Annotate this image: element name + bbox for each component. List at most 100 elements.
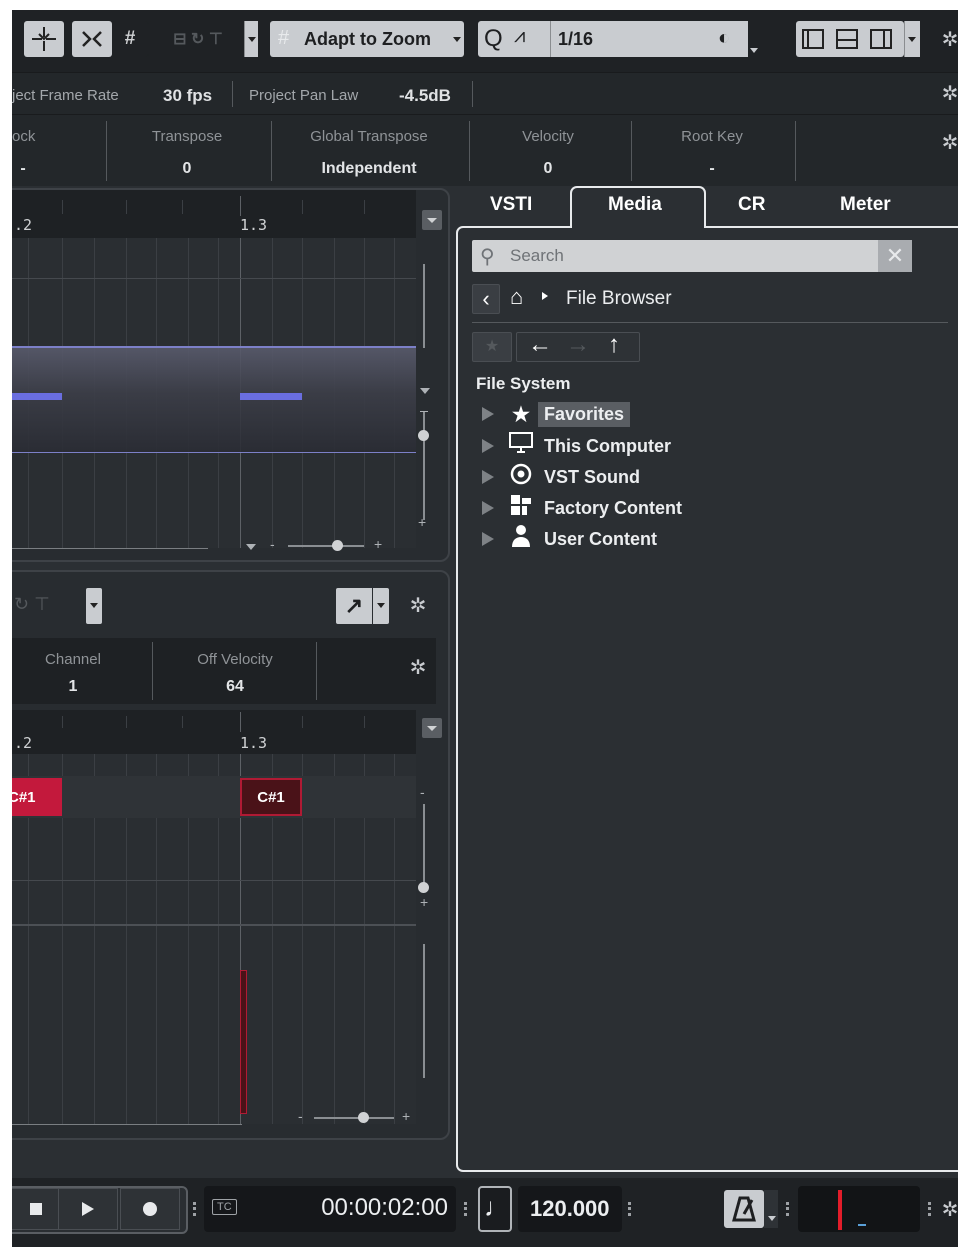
transport-settings-gear-icon[interactable]: ✲ — [940, 1200, 958, 1220]
expand-triangle-icon[interactable] — [482, 470, 494, 484]
tree-item-this-computer[interactable]: This Computer — [482, 432, 671, 460]
transpose-value[interactable]: 0 — [132, 160, 242, 178]
midi-note-selected[interactable]: C#1 — [240, 778, 302, 816]
adapt-to-zoom-label: Adapt to Zoom — [304, 29, 431, 49]
tempo-display[interactable]: 120.000 — [518, 1186, 622, 1232]
play-button[interactable] — [58, 1188, 118, 1230]
lane-divider[interactable] — [12, 924, 416, 926]
record-button[interactable] — [120, 1188, 180, 1230]
tree-item-vst-sound[interactable]: VST Sound — [482, 463, 640, 491]
info-line-gear-icon[interactable]: ✲ — [940, 84, 958, 104]
level-meter-bar — [838, 1190, 842, 1230]
iterative-quantize-icon[interactable]: ⩘ — [514, 25, 525, 48]
project-info-line: ject Frame Rate 30 fps Project Pan Law -… — [12, 72, 958, 114]
search-icon: ⚲ — [480, 246, 495, 268]
quantize-q[interactable]: Q — [484, 25, 503, 53]
lock-value[interactable]: - — [18, 160, 28, 178]
time-value[interactable]: 00:00:02:00 — [321, 1194, 448, 1222]
clear-search-icon[interactable]: ✕ — [878, 240, 912, 272]
tab-meter[interactable]: Meter — [840, 194, 891, 216]
tab-media[interactable]: Media — [608, 194, 662, 216]
bottom-vzoom-track[interactable] — [423, 804, 425, 884]
tree-item-label: User Content — [544, 528, 658, 549]
velocity-bar[interactable] — [240, 393, 302, 400]
hzoom-handle[interactable] — [358, 1112, 369, 1123]
key-editor-grid[interactable]: C#1 C#1 — [12, 754, 416, 1125]
hzoom-track[interactable] — [288, 545, 364, 547]
user-icon — [508, 524, 534, 554]
time-display[interactable]: TC 00:00:02:00 — [204, 1186, 456, 1232]
bottom-editor-collapse-button[interactable] — [422, 718, 442, 738]
midi-info-gear-icon[interactable]: ✲ — [940, 133, 958, 153]
toolbar-settings-gear-icon[interactable]: ✲ — [940, 30, 958, 50]
tab-cr[interactable]: CR — [738, 194, 765, 216]
snap-to-zero-icon[interactable] — [72, 21, 112, 57]
expand-triangle-icon[interactable] — [482, 532, 494, 546]
breadcrumb-file-browser[interactable]: File Browser — [566, 288, 672, 310]
vzoom-handle[interactable] — [418, 430, 429, 441]
expand-triangle-icon[interactable] — [482, 407, 494, 421]
breadcrumb: ‹ ⌂ File Browser — [472, 284, 948, 323]
parent-folder-icon[interactable]: ↑ — [608, 331, 620, 359]
off-velocity-value[interactable]: 64 — [162, 678, 308, 696]
controller-vzoom-track[interactable] — [423, 944, 425, 1078]
ruler-label-1-3: 1.3 — [240, 216, 268, 234]
velocity-bar[interactable] — [12, 393, 62, 400]
previous-icon[interactable]: ← — [528, 331, 552, 359]
tree-item-user-content[interactable]: User Content — [482, 525, 657, 553]
hzoom-track[interactable] — [314, 1117, 394, 1119]
adapt-dropdown[interactable] — [450, 21, 464, 57]
controller-bar[interactable] — [240, 970, 247, 1114]
media-browser-zone: ⚲ Search ✕ ‹ ⌂ File Browser ★ ← → ↑ File… — [456, 226, 958, 1172]
window-layout-group — [796, 21, 904, 57]
global-transpose-value[interactable]: Independent — [292, 160, 446, 178]
star-icon: ★ — [512, 403, 530, 426]
layout-dropdown[interactable] — [904, 21, 920, 57]
top-editor-collapse-button[interactable] — [422, 210, 442, 230]
metronome-click-icon[interactable] — [724, 1190, 764, 1228]
top-editor-panel: .2 1.3 + - + — [12, 188, 450, 562]
quantize-value[interactable]: 1/16 — [558, 29, 593, 50]
snap-dropdown[interactable] — [244, 21, 258, 57]
channel-value[interactable]: 1 — [28, 678, 118, 696]
quantize-preset-icon[interactable]: ◐ — [718, 27, 730, 50]
pan-law-value[interactable]: -4.5dB — [399, 86, 451, 106]
grid-icon[interactable]: # — [112, 21, 148, 57]
disabled-tools-group: ↻ ⊤ — [14, 594, 50, 614]
hzoom-handle[interactable] — [332, 540, 343, 551]
note-info-gear-icon[interactable]: ✲ — [408, 658, 428, 678]
metronome-dropdown[interactable] — [764, 1190, 778, 1228]
tree-item-label: Factory Content — [544, 497, 683, 518]
midi-note[interactable]: C#1 — [12, 778, 62, 816]
editor-settings-gear-icon[interactable]: ✲ — [408, 596, 428, 616]
auto-scroll-icon[interactable]: ↗ — [336, 588, 372, 624]
timecode-format-badge[interactable]: TC — [212, 1199, 237, 1215]
top-editor-vzoom-track[interactable] — [423, 264, 425, 348]
tempo-track-toggle[interactable]: ♩ — [478, 1186, 512, 1232]
velocity-value[interactable]: 0 — [492, 160, 604, 178]
home-icon[interactable]: ⌂ — [510, 284, 523, 310]
bottom-ruler[interactable]: .2 1.3 — [12, 710, 416, 754]
hzoom-preset-icon[interactable] — [246, 544, 256, 550]
tempo-value[interactable]: 120.000 — [530, 1196, 610, 1222]
snap-type-selector[interactable]: # Adapt to Zoom — [270, 21, 464, 57]
frame-rate-label: ject Frame Rate — [12, 87, 119, 104]
auto-scroll-dropdown[interactable] — [373, 588, 389, 624]
frame-rate-value[interactable]: 30 fps — [163, 86, 212, 106]
expand-triangle-icon[interactable] — [482, 501, 494, 515]
tab-vsti[interactable]: VSTI — [490, 194, 532, 216]
tree-item-favorites[interactable]: ★ Favorites — [482, 400, 631, 428]
quantize-dropdown[interactable] — [750, 48, 758, 53]
expand-triangle-icon[interactable] — [482, 439, 494, 453]
root-key-value[interactable]: - — [652, 160, 772, 178]
tree-item-factory-content[interactable]: Factory Content — [482, 494, 682, 522]
tools-dropdown[interactable] — [86, 588, 102, 624]
top-editor-grid[interactable] — [12, 238, 416, 549]
top-ruler[interactable]: .2 1.3 — [12, 190, 416, 238]
back-icon[interactable]: ‹ — [472, 284, 500, 314]
vzoom-handle[interactable] — [418, 882, 429, 893]
search-field[interactable]: ⚲ Search ✕ — [472, 240, 912, 272]
level-meter-display[interactable] — [798, 1186, 920, 1232]
snap-icon[interactable] — [24, 21, 64, 57]
vst-sound-icon — [508, 463, 534, 491]
